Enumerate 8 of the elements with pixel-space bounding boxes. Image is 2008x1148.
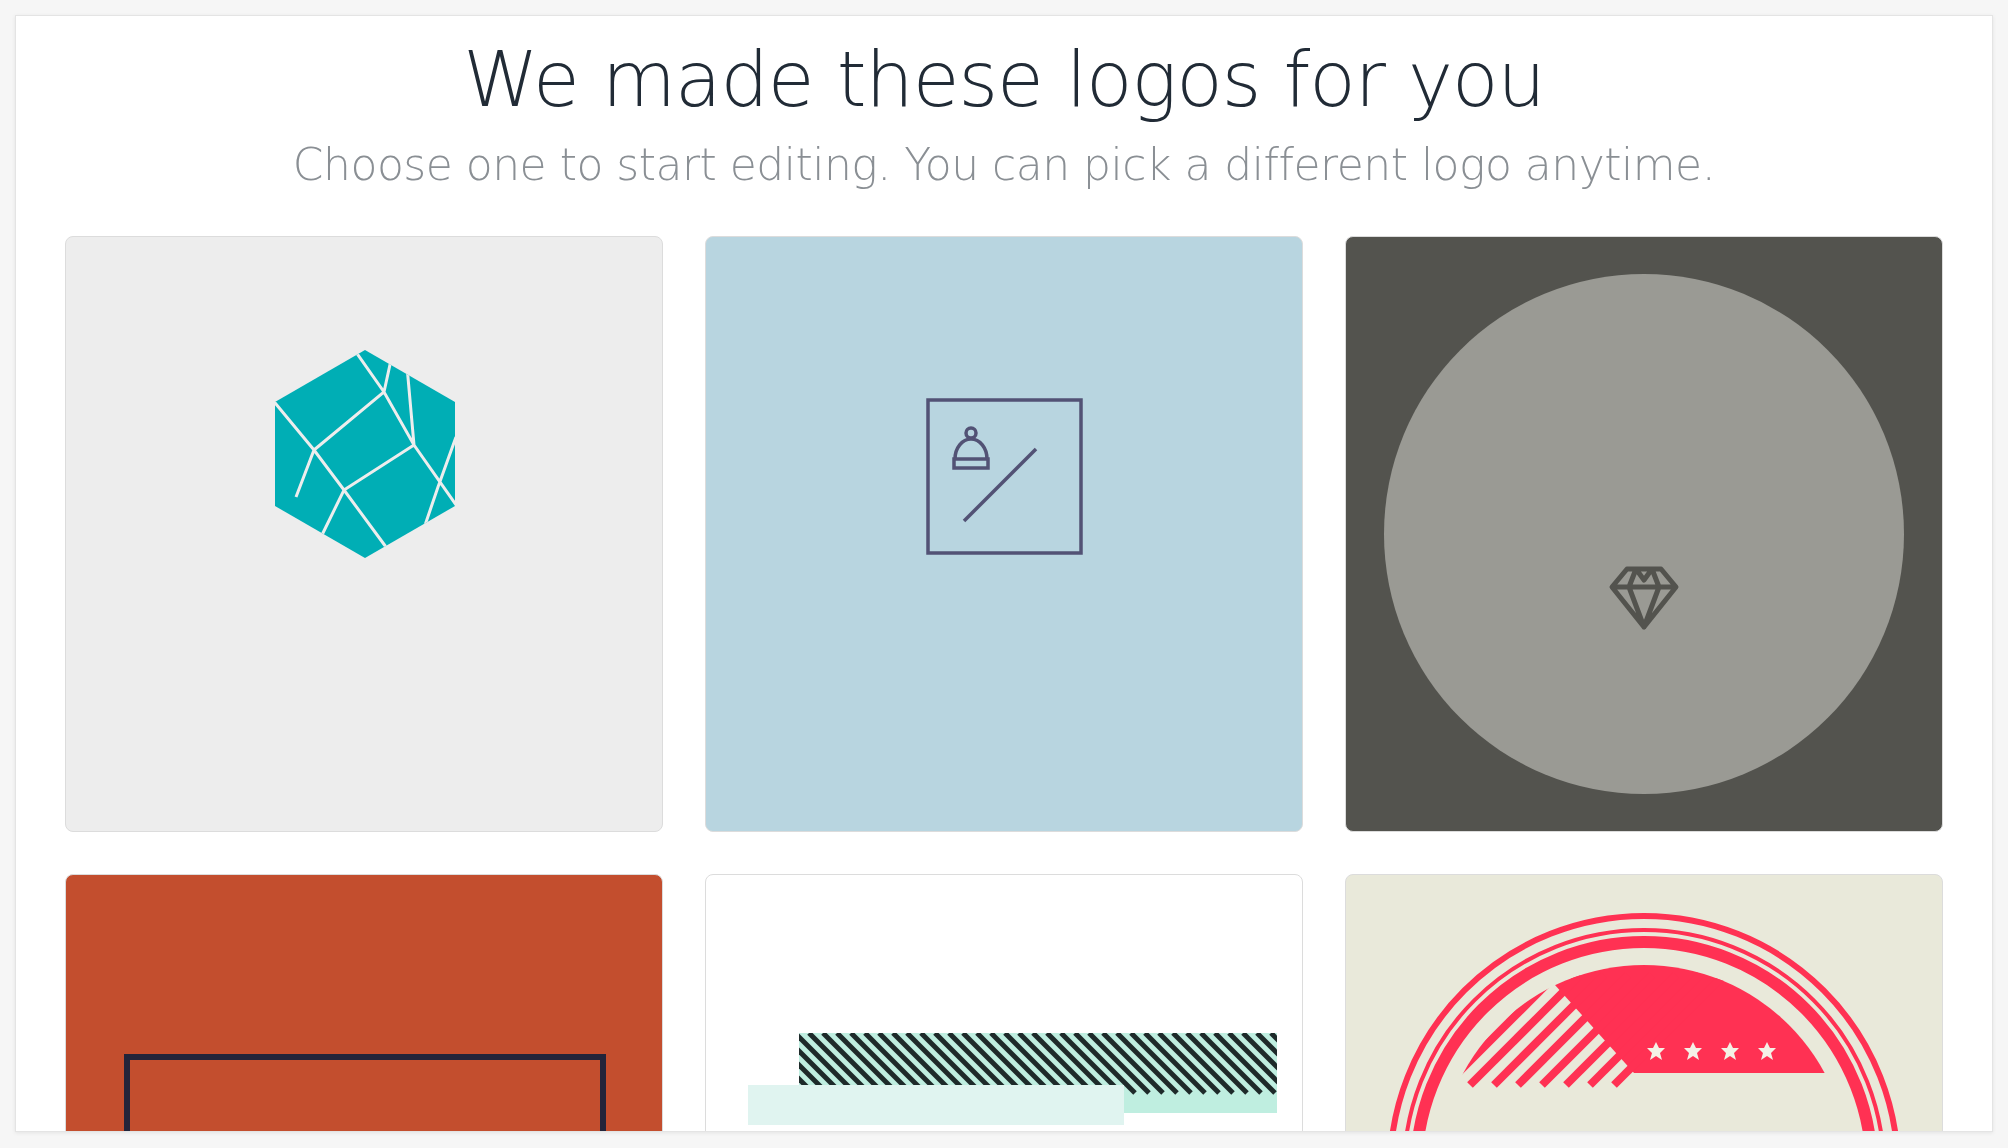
- page-title: We made these logos for you: [463, 34, 1545, 126]
- hexagon-logo-icon: [275, 350, 455, 558]
- badge-logo-icon: [1387, 913, 1901, 1131]
- hat-frame-logo-icon: [926, 398, 1083, 555]
- frame-logo-icon: [124, 1054, 606, 1131]
- diamond-circle-logo-icon: [1384, 274, 1904, 794]
- striped-logo-icon: [748, 1033, 1277, 1125]
- page-subtitle: Choose one to start editing. You can pick a different logo anytime.: [292, 139, 1716, 192]
